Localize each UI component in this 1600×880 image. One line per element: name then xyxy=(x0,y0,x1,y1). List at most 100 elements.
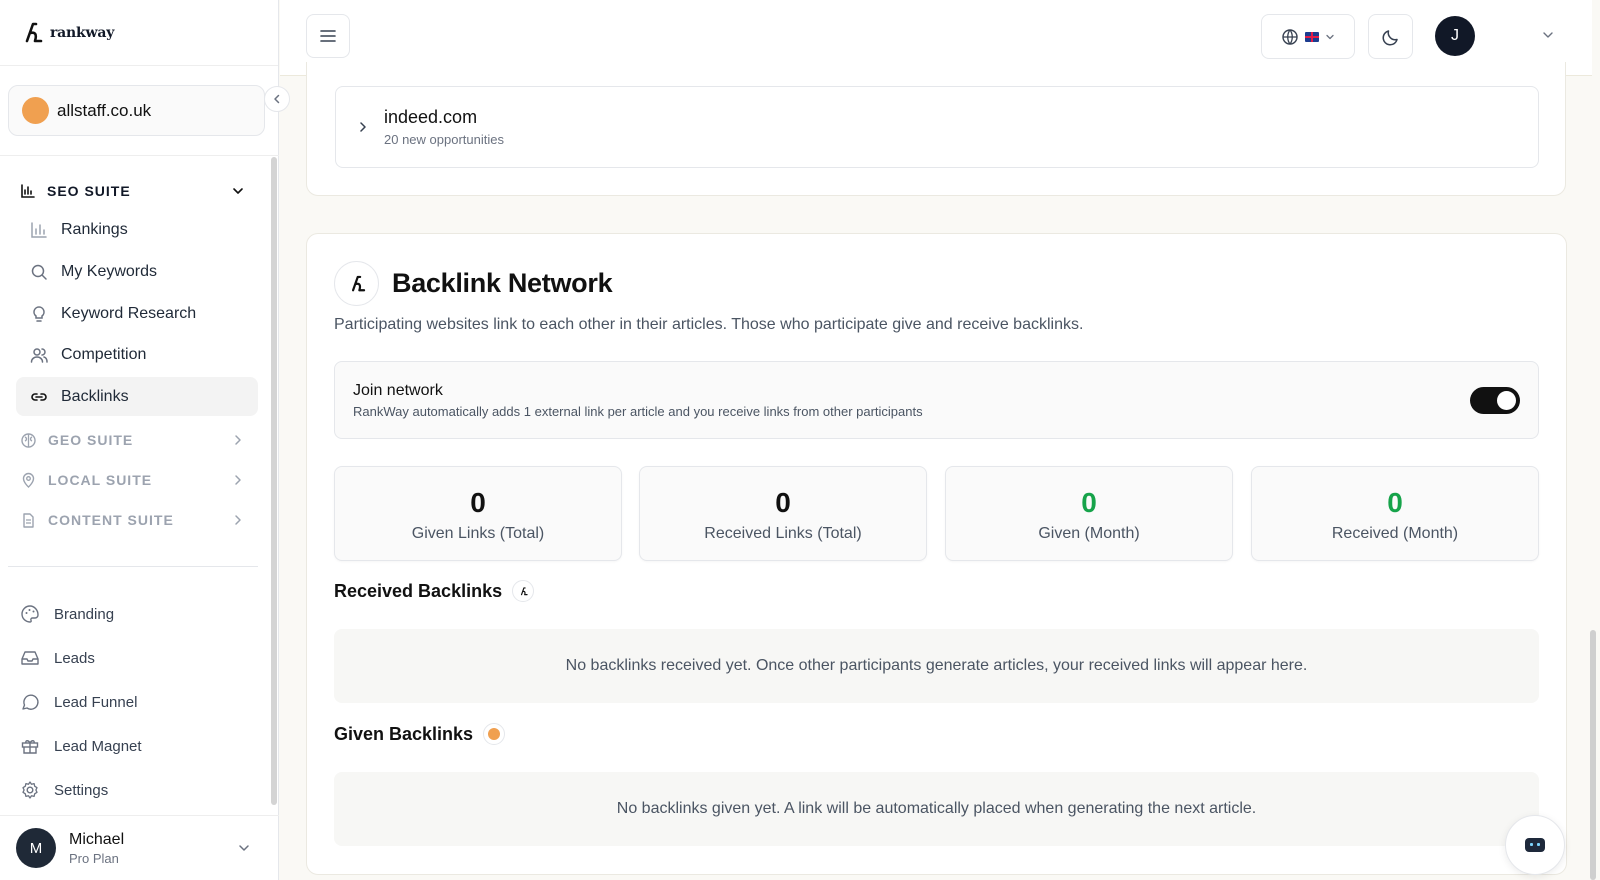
moon-icon xyxy=(1382,29,1398,45)
gift-icon xyxy=(21,740,39,754)
sidebar-item-backlinks[interactable]: Backlinks xyxy=(16,377,258,416)
stat-value: 0 xyxy=(1387,487,1403,518)
hamburger-icon xyxy=(320,30,336,42)
received-backlinks-empty: No backlinks received yet. Once other pa… xyxy=(334,629,1539,703)
bot-icon xyxy=(1525,838,1545,852)
stat-value: 0 xyxy=(1081,487,1097,518)
page-title: Backlink Network xyxy=(392,268,613,298)
sidebar-item-label: Branding xyxy=(54,605,115,623)
inbox-icon xyxy=(21,651,39,665)
sidebar-item-label: Rankings xyxy=(61,220,128,238)
avatar[interactable]: J xyxy=(1435,16,1475,56)
sidebar-item-label: Lead Magnet xyxy=(54,737,142,755)
sidebar-item-label: Backlinks xyxy=(61,387,129,405)
main-scrollbar[interactable] xyxy=(1590,630,1596,880)
sidebar-item-label: My Keywords xyxy=(61,262,158,280)
suite-geo-label: GEO SUITE xyxy=(48,432,134,448)
opportunity-domain: indeed.com xyxy=(384,107,478,127)
opportunity-texts: indeed.com 20 new opportunities xyxy=(384,107,504,147)
gear-icon xyxy=(22,781,38,799)
opportunity-row[interactable]: indeed.com 20 new opportunities xyxy=(335,86,1539,168)
document-icon xyxy=(23,512,34,528)
site-avatar xyxy=(22,97,49,124)
stat-received-total: 0 Received Links (Total) xyxy=(639,466,927,561)
sidebar-item-my-keywords[interactable]: My Keywords xyxy=(16,252,258,291)
map-pin-icon xyxy=(22,472,35,488)
sidebar-item-label: Competition xyxy=(61,345,147,363)
join-network-title: Join network xyxy=(353,382,443,399)
suite-content-header[interactable]: CONTENT SUITE xyxy=(20,508,245,532)
sidebar-item-label: Settings xyxy=(54,781,109,799)
stat-received-month: 0 Received (Month) xyxy=(1251,466,1539,561)
rankway-logo-icon xyxy=(334,261,379,306)
menu-button[interactable] xyxy=(306,14,350,58)
suite-local-label: LOCAL SUITE xyxy=(48,472,153,488)
link-icon xyxy=(31,392,47,401)
sidebar-item-leads[interactable]: Leads xyxy=(20,646,95,670)
stat-value: 0 xyxy=(775,487,791,518)
suite-local-header[interactable]: LOCAL SUITE xyxy=(20,468,245,492)
join-network-subtitle: RankWay automatically adds 1 external li… xyxy=(353,404,923,419)
users-icon xyxy=(30,347,48,363)
chevron-down-icon xyxy=(233,188,243,194)
globe-icon xyxy=(1282,28,1298,45)
suite-seo-header[interactable]: SEO SUITE xyxy=(20,179,245,203)
theme-toggle-button[interactable] xyxy=(1368,14,1413,59)
chevron-down-icon xyxy=(1326,34,1334,39)
lightbulb-icon xyxy=(33,305,45,322)
chat-bubble-icon xyxy=(22,694,39,710)
sidebar-item-competition[interactable]: Competition xyxy=(16,335,258,374)
opportunity-count: 20 new opportunities xyxy=(384,132,504,147)
search-icon xyxy=(31,264,47,280)
backlink-network-description: Participating websites link to each othe… xyxy=(334,316,1084,333)
sidebar-item-label: Lead Funnel xyxy=(54,693,138,711)
chat-assistant-button[interactable] xyxy=(1505,815,1565,875)
bar-chart-icon xyxy=(21,184,35,198)
sidebar-item-settings[interactable]: Settings xyxy=(20,778,108,802)
site-selector[interactable]: allstaff.co.uk xyxy=(8,85,265,136)
backlink-network-header: Backlink Network xyxy=(334,261,613,306)
avatar: M xyxy=(16,828,56,868)
chevron-right-icon xyxy=(235,475,241,485)
chevron-right-icon xyxy=(235,515,241,525)
section-title: Received Backlinks xyxy=(334,580,503,601)
stat-given-total: 0 Given Links (Total) xyxy=(334,466,622,561)
site-indicator-icon xyxy=(483,723,506,745)
sidebar-divider xyxy=(8,566,258,567)
language-selector[interactable] xyxy=(1261,14,1355,59)
chevron-right-icon xyxy=(235,435,241,445)
sidebar-item-lead-magnet[interactable]: Lead Magnet xyxy=(20,734,142,758)
chevron-down-icon xyxy=(239,845,249,851)
sidebar-item-lead-funnel[interactable]: Lead Funnel xyxy=(20,690,137,714)
section-title: Given Backlinks xyxy=(334,723,474,744)
user-plan: Pro Plan xyxy=(69,850,119,866)
user-menu[interactable]: M Michael Pro Plan xyxy=(0,815,279,880)
rankway-logo-icon xyxy=(512,580,535,602)
brand-name: rankway xyxy=(50,24,115,41)
sidebar-item-rankings[interactable]: Rankings xyxy=(16,210,258,249)
uk-flag-icon xyxy=(1305,31,1319,42)
brand-logo[interactable]: rankway xyxy=(0,0,278,66)
rankway-logo-icon xyxy=(25,22,43,42)
chevron-down-icon[interactable] xyxy=(1541,28,1555,42)
bar-chart-icon xyxy=(31,221,47,238)
suite-geo-header[interactable]: GEO SUITE xyxy=(20,428,245,452)
join-network-panel: Join network RankWay automatically adds … xyxy=(334,361,1539,439)
stat-label: Given Links (Total) xyxy=(411,525,545,542)
sidebar-item-keyword-research[interactable]: Keyword Research xyxy=(16,294,258,333)
brain-icon xyxy=(21,432,36,448)
backlink-network-card: Backlink Network Participating websites … xyxy=(306,233,1567,875)
join-network-toggle[interactable] xyxy=(1470,387,1520,414)
sidebar-collapse-button[interactable] xyxy=(264,86,290,112)
chevron-left-icon xyxy=(274,94,280,104)
user-name: Michael xyxy=(69,830,125,848)
stat-value: 0 xyxy=(470,487,486,518)
user-meta: Michael Pro Plan xyxy=(69,831,124,866)
sidebar: rankway allstaff.co.uk SEO SUITE Ranking… xyxy=(0,0,279,880)
sidebar-scrollbar[interactable] xyxy=(271,157,277,805)
chevron-right-icon xyxy=(360,122,366,132)
stat-label: Received Links (Total) xyxy=(704,525,862,542)
sidebar-item-branding[interactable]: Branding xyxy=(20,602,114,626)
opportunities-card: indeed.com 20 new opportunities xyxy=(306,62,1566,196)
sidebar-item-label: Keyword Research xyxy=(61,304,197,322)
